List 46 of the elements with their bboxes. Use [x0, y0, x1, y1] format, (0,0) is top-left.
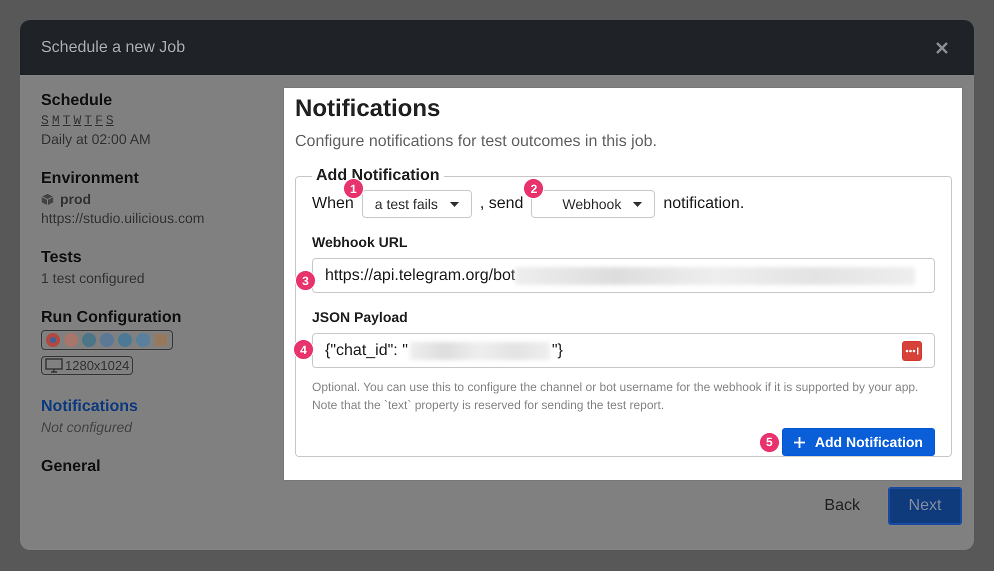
- weekday-letter: F: [95, 113, 103, 128]
- weekday-letter: M: [52, 113, 60, 128]
- field-value: "}: [552, 342, 563, 360]
- dots-icon[interactable]: [902, 340, 922, 360]
- panel-title: Notifications: [295, 95, 442, 123]
- sidebar-heading[interactable]: Run Configuration: [41, 309, 182, 327]
- help-text: Optional. You can use this to configure the channel or bot username for the webhook if it is supported by your app. Note that the `text` property is reserved for sending the test report.: [312, 379, 920, 414]
- caret-icon: [633, 202, 642, 206]
- sidebar-heading[interactable]: Notifications: [41, 398, 138, 416]
- section-text: 1 test configured: [41, 270, 145, 286]
- field-label: Webhook URL: [312, 234, 408, 250]
- panel-subtitle: Configure notifications for test outcomes in this job.: [295, 133, 658, 151]
- sidebar-heading[interactable]: Schedule: [41, 92, 112, 110]
- step-marker: 4: [293, 339, 314, 360]
- weekday-letter: S: [106, 113, 114, 128]
- weekday-letter: T: [84, 113, 92, 128]
- trigger-dropdown[interactable]: a test fails: [362, 190, 472, 218]
- schedule-text: Daily at 02:00 AM: [41, 131, 151, 147]
- dialog-title: Schedule a new Job: [41, 38, 186, 56]
- close-icon[interactable]: [936, 42, 948, 54]
- sentence-text: , send: [480, 195, 524, 213]
- step-marker: 5: [758, 432, 780, 452]
- weekday-letter: S: [41, 113, 49, 128]
- json-payload-field[interactable]: {"chat_id": " "}: [312, 333, 935, 368]
- resolution-text: 1280x1024: [65, 358, 130, 373]
- sidebar-heading[interactable]: Tests: [41, 249, 82, 267]
- webhook-url-field[interactable]: https://api.telegram.org/bot: [312, 258, 935, 293]
- sidebar-heading[interactable]: General: [41, 458, 101, 476]
- caret-icon: [450, 202, 459, 206]
- weekday-letter: T: [62, 113, 70, 128]
- sentence-text: notification.: [663, 195, 744, 213]
- cube-icon: [41, 192, 54, 206]
- sidebar-heading[interactable]: Environment: [41, 170, 139, 188]
- environment-name: prod: [60, 191, 92, 207]
- field-value: {"chat_id": ": [325, 342, 408, 360]
- field-value: https://api.telegram.org/bot: [325, 266, 516, 284]
- next-button[interactable]: Next: [888, 487, 962, 525]
- add-notification-button[interactable]: Add Notification: [782, 428, 935, 456]
- status-text: Not configured: [41, 419, 132, 435]
- step-marker: 3: [295, 270, 316, 291]
- environment-url: https://studio.uilicious.com: [41, 210, 204, 226]
- step-marker: 2: [523, 178, 544, 199]
- plus-icon: [794, 436, 805, 448]
- back-button[interactable]: Back: [810, 487, 874, 525]
- weekday-letter: W: [73, 113, 82, 128]
- field-label: JSON Payload: [312, 309, 409, 325]
